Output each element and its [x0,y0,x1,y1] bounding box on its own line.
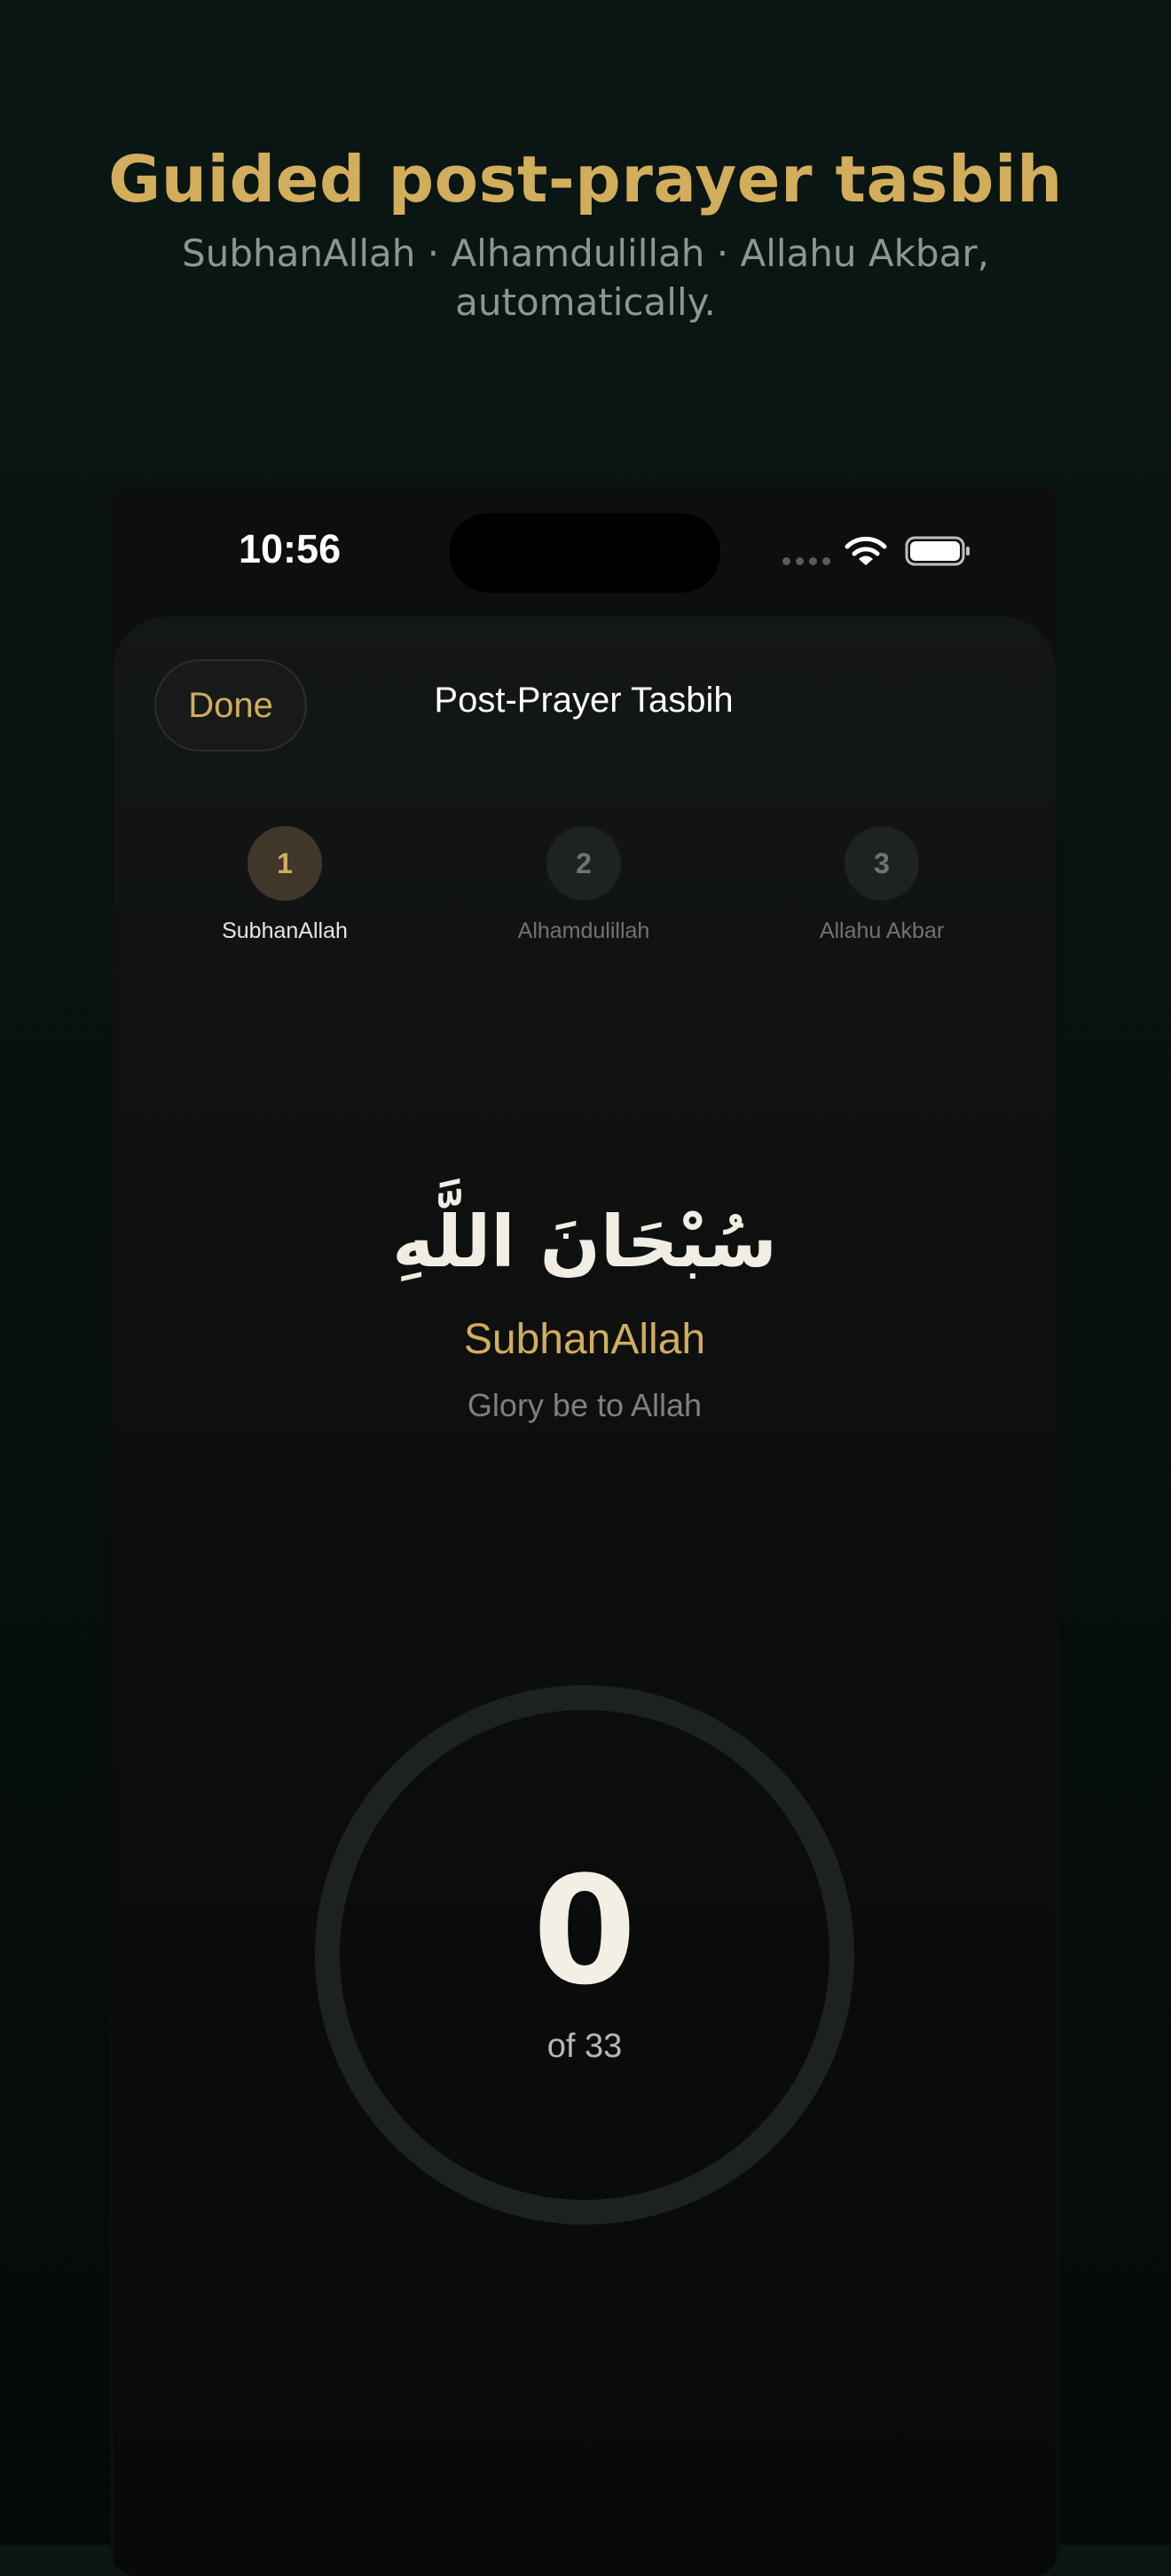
count-value: 0 [532,1844,637,2018]
step-label-1: SubhanAllah [222,918,348,943]
dhikr-translation: Glory be to Allah [467,1387,703,1423]
done-button[interactable]: Done [154,659,307,752]
battery-icon [905,536,970,566]
step-number-1: 1 [248,826,322,901]
phone-screen: 10:56 Done Post-Prayer Tasbih 1 SubhanAl… [110,482,1059,2576]
step-allahu-akbar[interactable]: 3 Allahu Akbar [766,826,997,944]
wifi-icon [845,536,887,565]
nav-title: Post-Prayer Tasbih [434,681,734,720]
dynamic-island [449,513,720,593]
count-target: of 33 [546,2028,623,2065]
step-alhamdulillah[interactable]: 2 Alhamdulillah [468,826,699,944]
step-number-2: 2 [546,826,621,901]
dhikr-arabic: سُبْحَانَ اللَّهِ [392,1201,777,1283]
signal-dots-icon [782,557,830,565]
step-label-2: Alhamdulillah [517,918,650,943]
step-label-3: Allahu Akbar [819,918,945,943]
hero-title: Guided post-prayer tasbih [108,142,1063,217]
dhikr-transliteration: SubhanAllah [463,1316,706,1363]
tasbih-sheet: Done Post-Prayer Tasbih 1 SubhanAllah 2 … [114,617,1056,2576]
status-time: 10:56 [239,526,342,571]
hero-subtitle: SubhanAllah · Alhamdulillah · Allahu Akb… [182,232,989,324]
step-subhanallah[interactable]: 1 SubhanAllah [169,826,400,944]
step-number-3: 3 [845,826,919,901]
